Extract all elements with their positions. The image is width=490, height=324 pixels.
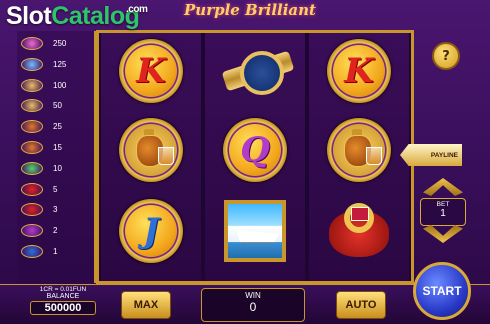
paytable-symbol-icon: [21, 78, 43, 92]
bet-display: BET 1: [420, 198, 466, 226]
paytable-symbol-icon: [21, 182, 43, 196]
paytable-value: 25: [53, 122, 62, 132]
start-spin-button[interactable]: START: [413, 262, 471, 320]
win-label: WIN: [245, 291, 261, 300]
paytable-symbol-icon: [21, 120, 43, 134]
balance-panel: 1CR = 0.01FUN BALANCE 500000: [30, 286, 96, 322]
symbol-letter: K: [344, 51, 374, 91]
paytable-value: 2: [53, 226, 58, 236]
game-title: Purple Brilliant: [184, 1, 316, 19]
symbol-k-icon: K: [327, 39, 391, 103]
cognac-icon: [327, 118, 391, 182]
paytable-row: 2: [21, 222, 91, 239]
slotcatalog-watermark: SlotCatalog .com: [6, 2, 148, 30]
paytable-row: 5: [21, 181, 91, 198]
paytable-symbol-icon: [21, 57, 43, 71]
paytable-row: 3: [21, 201, 91, 218]
paytable-value: 125: [53, 59, 67, 69]
paytable-value: 50: [53, 101, 62, 111]
paytable-row: 125: [21, 56, 91, 73]
yacht-icon: [223, 199, 287, 263]
reels-area: KJQK: [96, 30, 414, 284]
bet-label: BET: [436, 201, 450, 208]
paytable-row: 15: [21, 139, 91, 156]
balance-value: 500000: [30, 301, 96, 315]
symbol-letter: J: [142, 211, 160, 251]
paytable-value: 250: [53, 39, 67, 48]
symbol-k-icon: K: [119, 39, 183, 103]
paytable-symbol-icon: [21, 37, 43, 50]
paytable-row: 25: [21, 118, 91, 135]
paytable-row: 100: [21, 77, 91, 94]
symbol-letter: Q: [240, 130, 270, 170]
reel-2: Q: [205, 33, 305, 281]
credit-rate: 1CR = 0.01FUN: [39, 286, 87, 293]
paytable-value: 15: [53, 143, 62, 152]
payline-indicator: PAYLINE: [400, 144, 462, 166]
paytable-value: 10: [53, 163, 62, 173]
watch-icon: [221, 39, 295, 103]
paytable-row: 250: [21, 35, 91, 52]
paytable-value: 3: [53, 205, 58, 215]
win-display: WIN 0: [201, 288, 305, 322]
paytable-symbol-icon: [21, 245, 43, 258]
paytable-symbol-icon: [21, 161, 43, 175]
paytable-symbol-icon: [21, 203, 43, 217]
paytable-row: 50: [21, 97, 91, 114]
paytable-row: 10: [21, 160, 91, 177]
paytable-value: 1: [53, 247, 58, 256]
paytable-row: 1: [21, 243, 91, 260]
cognac-icon: [119, 118, 183, 182]
symbol-j-icon: J: [119, 199, 183, 263]
paytable-symbol-icon: [21, 141, 43, 154]
bet-value: 1: [440, 208, 446, 219]
payline-label: PAYLINE: [430, 151, 458, 159]
win-value: 0: [249, 300, 257, 314]
reel-1: KJ: [101, 33, 201, 281]
reel-3: K: [309, 33, 409, 281]
paytable: 250125100502515105321FREEGAMES: [17, 31, 96, 303]
symbol-q-icon: Q: [223, 118, 287, 182]
help-button[interactable]: ?: [432, 42, 460, 70]
paytable-value: 100: [53, 80, 67, 90]
paytable-symbol-icon: [21, 224, 43, 238]
paytable-value: 5: [53, 184, 58, 194]
autoplay-button[interactable]: AUTO: [336, 291, 386, 319]
paytable-symbol-icon: [21, 99, 43, 113]
ring-icon: [327, 199, 391, 263]
max-bet-button[interactable]: MAX: [121, 291, 171, 319]
balance-label: BALANCE: [46, 293, 80, 300]
symbol-letter: K: [136, 51, 166, 91]
